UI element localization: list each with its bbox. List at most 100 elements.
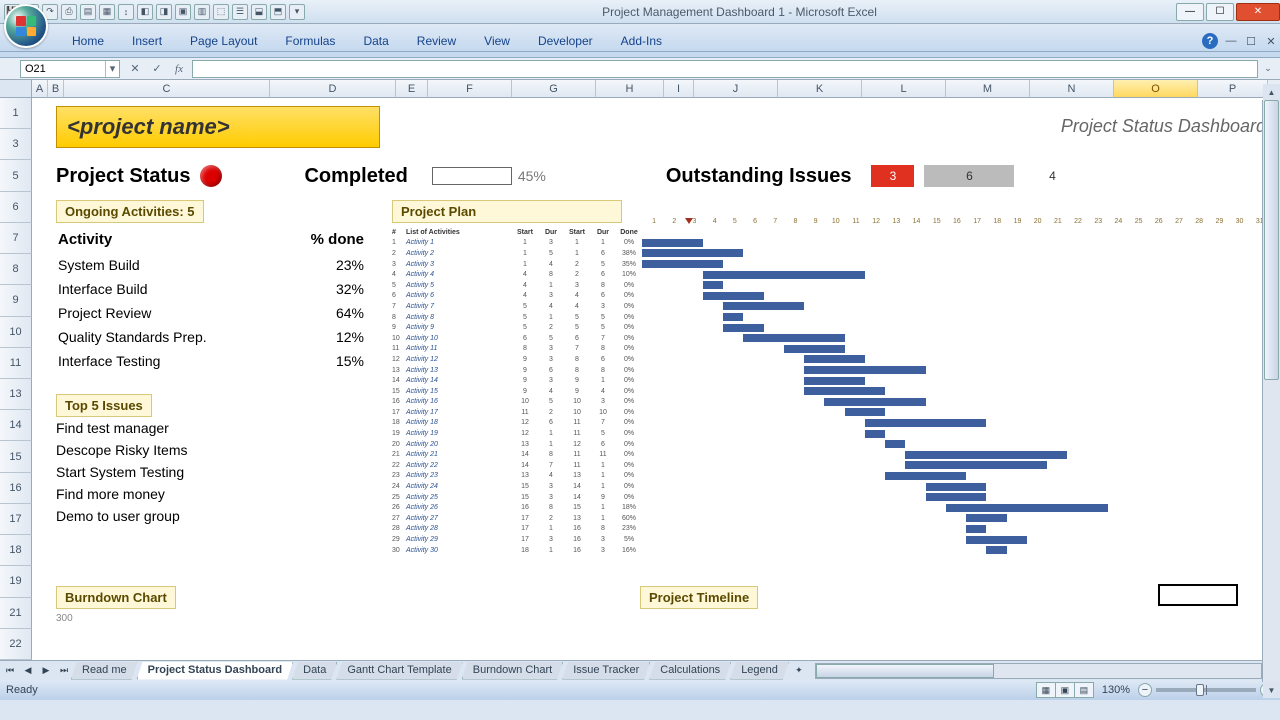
maximize-button[interactable]: ☐ — [1206, 3, 1234, 21]
row-header-18[interactable]: 18 — [0, 535, 32, 566]
ribbon-tab-page-layout[interactable]: Page Layout — [176, 30, 271, 51]
qa-btn-10[interactable]: ▣ — [175, 4, 191, 20]
col-header-M[interactable]: M — [946, 80, 1030, 98]
qa-btn-5[interactable]: ▤ — [80, 4, 96, 20]
sheet-tab-project-status-dashboard[interactable]: Project Status Dashboard — [137, 662, 293, 680]
row-header-1[interactable]: 1 — [0, 98, 32, 129]
name-box-dropdown-icon[interactable]: ▾ — [105, 61, 119, 77]
sheet-tab-issue-tracker[interactable]: Issue Tracker — [562, 662, 650, 680]
row-header-17[interactable]: 17 — [0, 504, 32, 535]
col-header-E[interactable]: E — [396, 80, 428, 98]
row-header-19[interactable]: 19 — [0, 566, 32, 597]
row-header-16[interactable]: 16 — [0, 473, 32, 504]
col-header-C[interactable]: C — [64, 80, 270, 98]
qa-btn-7[interactable]: ↕ — [118, 4, 134, 20]
qa-btn-12[interactable]: ⬚ — [213, 4, 229, 20]
row-header-11[interactable]: 11 — [0, 348, 32, 379]
select-all-corner[interactable] — [0, 80, 32, 98]
ribbon-tab-data[interactable]: Data — [349, 30, 402, 51]
ribbon-tab-formulas[interactable]: Formulas — [271, 30, 349, 51]
row-header-10[interactable]: 10 — [0, 317, 32, 348]
ribbon-minimize-icon[interactable]: — — [1224, 34, 1238, 48]
col-header-I[interactable]: I — [664, 80, 694, 98]
scroll-up-icon[interactable]: ▲ — [1263, 84, 1280, 100]
row-header-13[interactable]: 13 — [0, 379, 32, 410]
sheet-tab-legend[interactable]: Legend — [730, 662, 789, 680]
gantt-row: 22Activity 221471110% — [392, 460, 1270, 471]
zoom-slider[interactable] — [1156, 688, 1256, 692]
ribbon-tab-insert[interactable]: Insert — [118, 30, 176, 51]
view-break-icon[interactable]: ▤ — [1074, 682, 1094, 698]
close-button[interactable]: ✕ — [1236, 3, 1280, 21]
qa-btn-11[interactable]: ▥ — [194, 4, 210, 20]
row-header-3[interactable]: 3 — [0, 129, 32, 160]
col-header-K[interactable]: K — [778, 80, 862, 98]
qa-btn-14[interactable]: ⬓ — [251, 4, 267, 20]
worksheet-area[interactable]: <project name> Project Status Dashboard … — [32, 98, 1280, 660]
row-header-6[interactable]: 6 — [0, 192, 32, 223]
minimize-button[interactable]: — — [1176, 3, 1204, 21]
qa-btn-9[interactable]: ◨ — [156, 4, 172, 20]
sheet-tab-read-me[interactable]: Read me — [71, 662, 138, 680]
ribbon-restore-icon[interactable]: ☐ — [1244, 34, 1258, 48]
col-header-O[interactable]: O — [1114, 80, 1198, 98]
tab-nav-prev-icon[interactable]: ◀ — [20, 663, 36, 679]
col-header-D[interactable]: D — [270, 80, 396, 98]
row-header-21[interactable]: 21 — [0, 598, 32, 629]
office-button[interactable] — [4, 4, 48, 48]
tab-nav-first-icon[interactable]: ⏮ — [2, 663, 18, 679]
sheet-tab-data[interactable]: Data — [292, 662, 337, 680]
col-header-J[interactable]: J — [694, 80, 778, 98]
col-header-A[interactable]: A — [32, 80, 48, 98]
row-header-15[interactable]: 15 — [0, 441, 32, 472]
row-header-22[interactable]: 22 — [0, 629, 32, 660]
col-header-P[interactable]: P — [1198, 80, 1268, 98]
view-layout-icon[interactable]: ▣ — [1055, 682, 1075, 698]
row-header-9[interactable]: 9 — [0, 285, 32, 316]
view-normal-icon[interactable]: ▦ — [1036, 682, 1056, 698]
formula-input[interactable] — [192, 60, 1258, 78]
sheet-tab-calculations[interactable]: Calculations — [649, 662, 731, 680]
name-box[interactable]: O21 ▾ — [20, 60, 120, 78]
ribbon-tab-developer[interactable]: Developer — [524, 30, 607, 51]
horizontal-scrollbar[interactable] — [815, 663, 1262, 679]
qa-btn-16[interactable]: ▾ — [289, 4, 305, 20]
formula-expand-icon[interactable]: ⌄ — [1260, 61, 1276, 77]
qa-btn-15[interactable]: ⬒ — [270, 4, 286, 20]
vertical-scrollbar[interactable]: ▲ ▼ — [1262, 100, 1280, 682]
qa-btn-13[interactable]: ☰ — [232, 4, 248, 20]
col-header-H[interactable]: H — [596, 80, 664, 98]
qa-btn-8[interactable]: ◧ — [137, 4, 153, 20]
row-header-5[interactable]: 5 — [0, 160, 32, 191]
col-header-G[interactable]: G — [512, 80, 596, 98]
ribbon-close-icon[interactable]: ✕ — [1264, 34, 1278, 48]
col-header-F[interactable]: F — [428, 80, 512, 98]
fx-icon[interactable]: fx — [168, 60, 190, 78]
col-header-N[interactable]: N — [1030, 80, 1114, 98]
sheet-tab-burndown-chart[interactable]: Burndown Chart — [462, 662, 564, 680]
scroll-thumb[interactable] — [1264, 100, 1279, 380]
project-name-cell[interactable]: <project name> — [56, 106, 380, 148]
zoom-level[interactable]: 130% — [1102, 684, 1130, 696]
zoom-out-button[interactable]: − — [1138, 683, 1152, 697]
sheet-tab-gantt-chart-template[interactable]: Gantt Chart Template — [336, 662, 462, 680]
ribbon-tab-add-ins[interactable]: Add-Ins — [607, 30, 676, 51]
row-header-8[interactable]: 8 — [0, 254, 32, 285]
tab-nav-next-icon[interactable]: ▶ — [38, 663, 54, 679]
help-icon[interactable]: ? — [1202, 33, 1218, 49]
row-header-14[interactable]: 14 — [0, 410, 32, 441]
row-header-7[interactable]: 7 — [0, 223, 32, 254]
accept-formula-icon[interactable]: ✓ — [146, 60, 168, 78]
col-header-B[interactable]: B — [48, 80, 64, 98]
cancel-formula-icon[interactable]: ✕ — [124, 60, 146, 78]
insert-sheet-icon[interactable]: ✦ — [791, 663, 807, 679]
qa-print-icon[interactable]: ⎙ — [61, 4, 77, 20]
col-header-L[interactable]: L — [862, 80, 946, 98]
ribbon-tab-home[interactable]: Home — [58, 30, 118, 51]
tab-nav-last-icon[interactable]: ⏭ — [56, 663, 72, 679]
ribbon-tab-view[interactable]: View — [470, 30, 524, 51]
qa-btn-6[interactable]: ▦ — [99, 4, 115, 20]
ribbon-tab-review[interactable]: Review — [403, 30, 470, 51]
scroll-down-icon[interactable]: ▼ — [1263, 682, 1280, 698]
activity-name: System Build — [58, 254, 282, 276]
